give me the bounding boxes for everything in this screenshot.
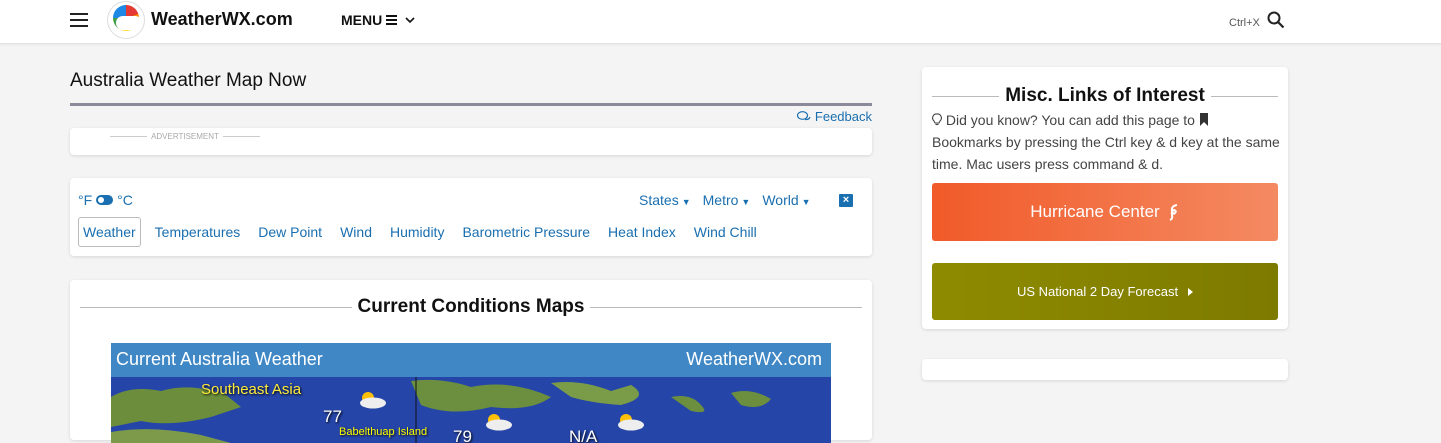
feedback-link[interactable]: Feedback (796, 109, 872, 124)
tab-wind[interactable]: Wind (336, 218, 376, 246)
menu-button[interactable]: MENU (341, 12, 415, 28)
hurricane-center-label: Hurricane Center (1030, 202, 1160, 221)
lightbulb-icon (932, 113, 942, 126)
caret-down-icon: ▼ (741, 197, 751, 207)
sidebar-card-2 (922, 359, 1288, 380)
advertisement-card: ADVERTISEMENT (70, 128, 872, 155)
section-title: Current Conditions Maps (80, 296, 862, 318)
search-icon[interactable] (1267, 11, 1285, 29)
weather-map[interactable]: Current Australia Weather WeatherWX.com … (111, 343, 831, 443)
map-temp-label: N/A (569, 427, 598, 443)
top-navbar: WeatherWX.com MENU Ctrl+X (0, 0, 1441, 44)
comments-icon (796, 110, 811, 120)
title-divider (70, 103, 872, 106)
site-name[interactable]: WeatherWX.com (151, 9, 293, 30)
national-forecast-button[interactable]: US National 2 Day Forecast (932, 263, 1278, 320)
tab-barometric-pressure[interactable]: Barometric Pressure (458, 218, 594, 246)
tip-text: Did you know? You can add this page to (945, 112, 1195, 128)
toggle-icon[interactable] (96, 195, 114, 205)
tab-wind-chill[interactable]: Wind Chill (690, 218, 761, 246)
cloud-sun-icon (486, 414, 512, 431)
region-menu: States ▼ Metro ▼ World ▼ (639, 192, 811, 208)
bookmark-icon (1199, 113, 1208, 126)
advertisement-label: ADVERTISEMENT (110, 132, 260, 141)
hamburger-icon[interactable] (70, 13, 88, 27)
fahrenheit-label: °F (78, 192, 93, 208)
tab-weather[interactable]: Weather (78, 217, 141, 247)
map-brand: WeatherWX.com (686, 349, 822, 369)
tab-heat-index[interactable]: Heat Index (604, 218, 680, 246)
hurricane-center-button[interactable]: Hurricane Center (932, 183, 1278, 241)
tab-dew-point[interactable]: Dew Point (254, 218, 326, 246)
cloud-sun-icon (618, 414, 644, 431)
caret-down-icon: ▼ (681, 197, 691, 207)
region-world[interactable]: World ▼ (762, 192, 810, 208)
tab-humidity[interactable]: Humidity (386, 218, 448, 246)
map-place-label: Babelthuap Island (339, 426, 428, 438)
shortcut-hint: Ctrl+X (1229, 17, 1260, 29)
hurricane-icon (1169, 204, 1177, 221)
misc-links-card: Misc. Links of Interest Did you know? Yo… (922, 67, 1288, 329)
caret-right-icon (1188, 287, 1194, 296)
sidebar-title: Misc. Links of Interest (932, 85, 1278, 107)
map-type-tabs: Weather Temperatures Dew Point Wind Humi… (78, 217, 771, 247)
map-header: Current Australia Weather WeatherWX.com (111, 343, 831, 377)
cloud-sun-icon (360, 392, 386, 409)
map-title: Current Australia Weather (116, 349, 323, 369)
celsius-label: °C (117, 192, 133, 208)
menu-bars-icon (386, 13, 398, 27)
map-nav-card: °F °C States ▼ Metro ▼ World ▼ × Weather Te… (70, 178, 872, 256)
chevron-down-icon (405, 16, 415, 23)
tip-text-rest: Bookmarks by pressing the Ctrl key & d k… (932, 134, 1280, 172)
bookmark-tip: Did you know? You can add this page to B… (932, 109, 1282, 175)
region-metro[interactable]: Metro ▼ (703, 192, 751, 208)
page-title: Australia Weather Map Now (70, 70, 307, 91)
current-conditions-card: Current Conditions Maps Current Australi… (70, 280, 872, 443)
map-temp-label: 77 (323, 407, 342, 426)
map-region-label: Southeast Asia (201, 381, 302, 398)
unit-toggle[interactable]: °F °C (78, 192, 133, 208)
caret-down-icon: ▼ (801, 197, 811, 207)
map-temp-label: 79 (453, 427, 472, 443)
tab-temperatures[interactable]: Temperatures (151, 218, 245, 246)
menu-label: MENU (341, 12, 383, 28)
region-states[interactable]: States ▼ (639, 192, 691, 208)
logo-icon[interactable] (107, 1, 145, 39)
close-icon[interactable]: × (839, 194, 853, 207)
national-forecast-label: US National 2 Day Forecast (1016, 284, 1179, 299)
feedback-label: Feedback (814, 109, 872, 124)
